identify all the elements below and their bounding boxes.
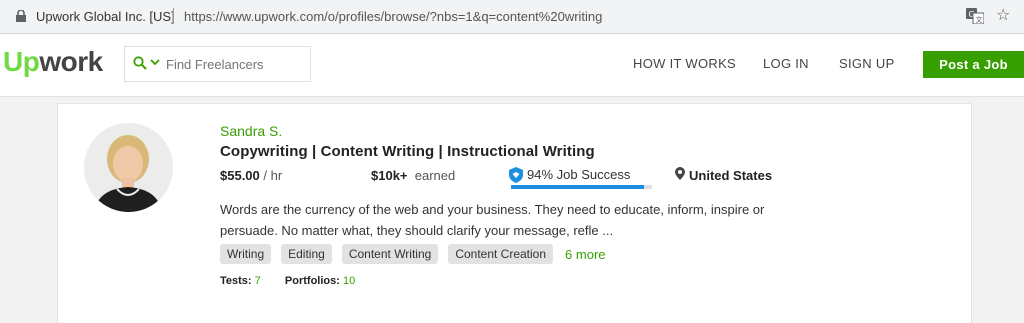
- freelancer-stats: Tests: 7 Portfolios: 10: [220, 275, 355, 287]
- search-icon[interactable]: [133, 56, 147, 70]
- freelancer-card[interactable]: Sandra S. Copywriting | Content Writing …: [57, 103, 972, 323]
- portfolios-value: 10: [342, 275, 356, 287]
- freelancer-title[interactable]: Copywriting | Content Writing | Instruct…: [220, 143, 595, 160]
- skill-tag[interactable]: Editing: [281, 244, 332, 264]
- skill-tag[interactable]: Content Creation: [448, 244, 554, 264]
- upwork-logo[interactable]: Upwork: [3, 44, 103, 80]
- skill-tag[interactable]: Content Writing: [341, 244, 439, 264]
- nav-sign-up[interactable]: SIGN UP: [839, 56, 895, 71]
- skill-tag[interactable]: Writing: [220, 244, 272, 264]
- hourly-rate: $55.00 / hr: [220, 168, 283, 183]
- tests-value: 7: [254, 275, 261, 287]
- nav-log-in[interactable]: LOG IN: [763, 56, 809, 71]
- more-skills-link[interactable]: 6 more: [565, 247, 605, 262]
- lock-icon: [16, 10, 26, 22]
- avatar-image: [84, 123, 173, 212]
- nav-how-it-works[interactable]: HOW IT WORKS: [633, 56, 736, 71]
- job-success-badge-icon: [509, 167, 523, 183]
- location-pin-icon: [675, 167, 685, 180]
- tests-label: Tests:: [220, 275, 252, 287]
- freelancer-name[interactable]: Sandra S.: [220, 123, 282, 139]
- job-success-bar-fill: [511, 185, 644, 189]
- svg-text:文: 文: [976, 15, 983, 24]
- job-success-bar: [511, 185, 652, 189]
- freelancer-country: United States: [689, 168, 773, 183]
- address-separator: [173, 8, 174, 24]
- chevron-down-icon[interactable]: [150, 57, 160, 67]
- translate-icon[interactable]: G 文: [966, 8, 984, 24]
- site-identity[interactable]: Upwork Global Inc. [US]: [36, 9, 175, 24]
- portfolios-label: Portfolios:: [284, 275, 340, 287]
- browser-address-bar: Upwork Global Inc. [US] https://www.upwo…: [0, 0, 1024, 34]
- job-success-text: 94% Job Success: [527, 167, 631, 182]
- avatar[interactable]: [84, 123, 173, 212]
- site-header: Upwork HOW IT WORKS LOG IN SIGN UP Post …: [0, 34, 1024, 97]
- url-field[interactable]: https://www.upwork.com/o/profiles/browse…: [184, 9, 602, 24]
- earned-amount: $10k+ earned: [371, 168, 456, 183]
- search-box[interactable]: [124, 46, 311, 82]
- search-input[interactable]: [166, 57, 306, 72]
- skill-tags: Writing Editing Content Writing Content …: [220, 244, 606, 264]
- bookmark-star-icon[interactable]: ☆: [996, 6, 1010, 26]
- freelancer-description: Words are the currency of the web and yo…: [220, 202, 765, 238]
- post-job-button[interactable]: Post a Job: [923, 51, 1024, 78]
